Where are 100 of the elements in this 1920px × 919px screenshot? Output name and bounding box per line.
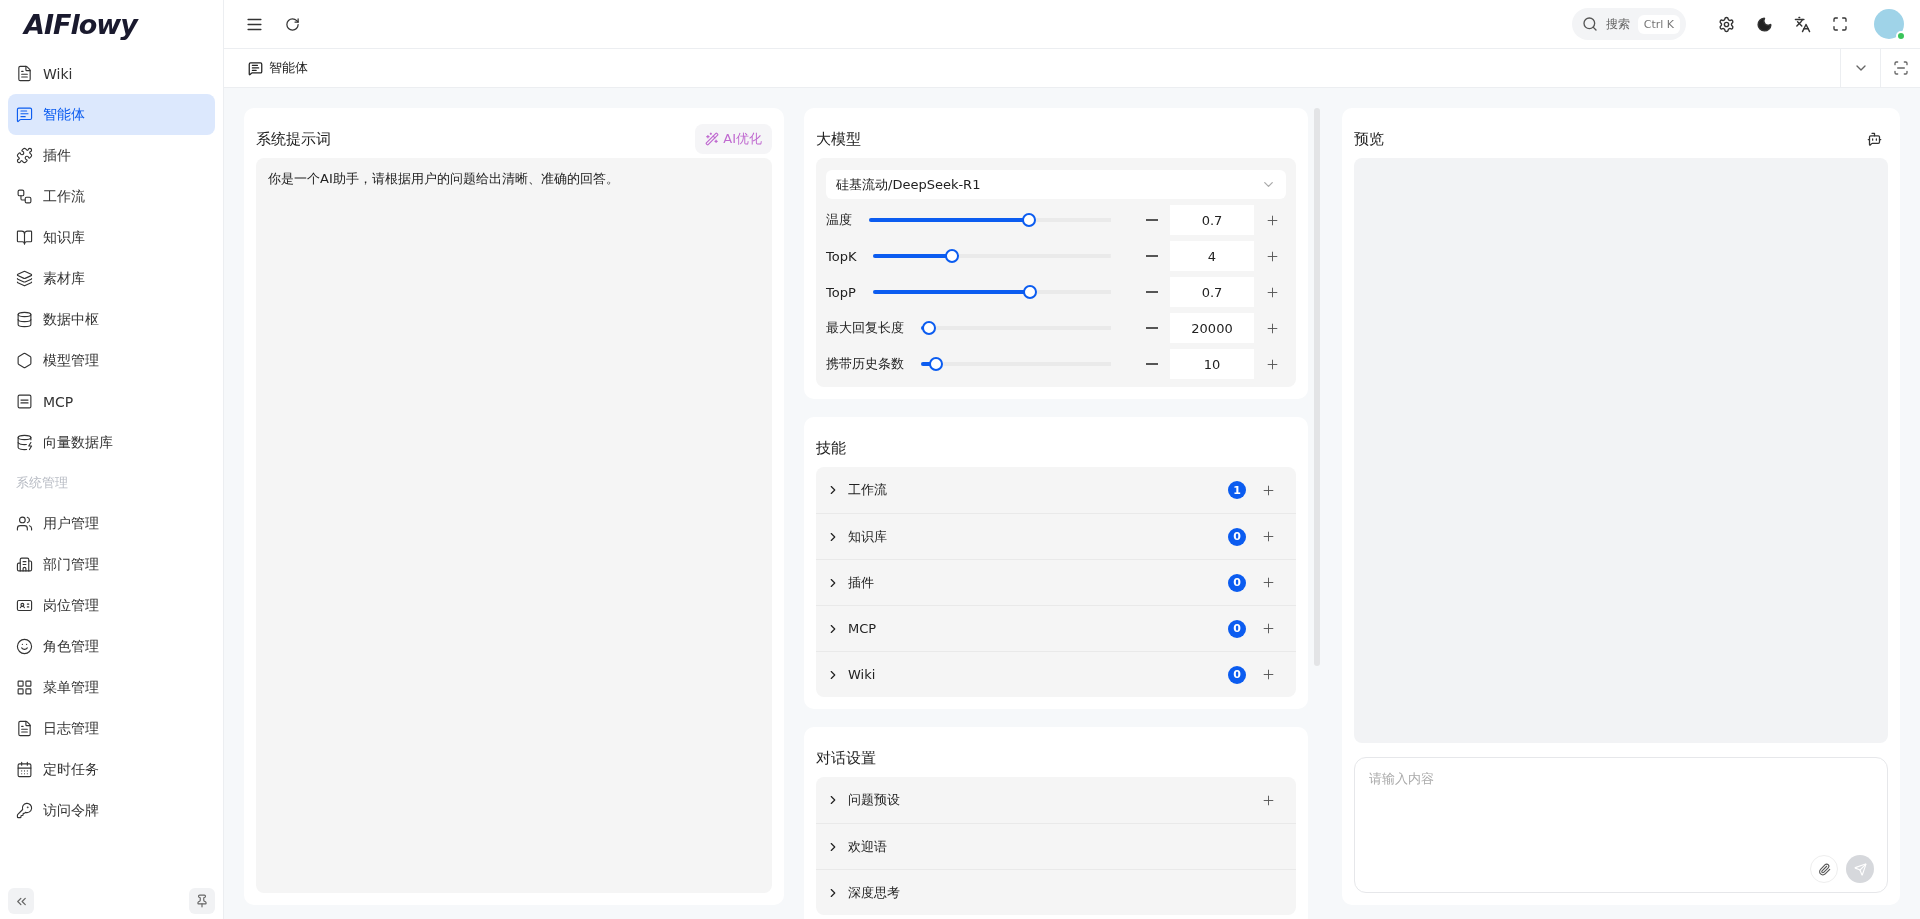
slider-thumb[interactable] (1021, 213, 1036, 227)
plus-icon (1264, 284, 1280, 300)
section-title: 系统管理 (15, 474, 69, 492)
plus-icon (1260, 792, 1276, 808)
count-badge: 0 (1228, 527, 1246, 546)
smile-icon (16, 638, 33, 655)
sidebar-item[interactable]: 智能体 (8, 94, 215, 135)
slider-thumb[interactable] (1023, 285, 1037, 299)
moon-icon (1755, 15, 1773, 33)
number-field[interactable]: 0.7 (1170, 277, 1254, 307)
key-icon (16, 802, 33, 819)
plus-icon (1264, 212, 1280, 228)
skill-label: Wiki (848, 667, 877, 682)
number-field[interactable]: 20000 (1170, 313, 1254, 343)
plus-icon (1264, 356, 1280, 372)
magic-wand-icon (705, 132, 720, 146)
number-field[interactable]: 0.7 (1170, 205, 1254, 235)
message-icon (16, 106, 33, 123)
panel-title: 技能 (816, 438, 846, 458)
skill-label: 工作流 (848, 481, 888, 499)
number-field[interactable]: 10 (1170, 349, 1254, 379)
scan-frame-icon (1892, 60, 1909, 76)
parameter-label: TopK (826, 248, 857, 264)
layers-icon (16, 270, 33, 287)
building-icon (16, 556, 33, 573)
settings-icon (1717, 15, 1735, 33)
sidebar-item[interactable]: 插件 (8, 135, 215, 176)
paperclip-icon (1817, 862, 1831, 876)
minus-icon (1146, 219, 1158, 221)
hexagon-icon (16, 352, 33, 369)
setting-label: 欢迎语 (848, 837, 888, 856)
sidebar-item[interactable]: 定时任务 (8, 749, 215, 790)
count-badge: 0 (1228, 619, 1246, 638)
equal-square-icon (16, 393, 33, 410)
sidebar-item[interactable]: 知识库 (8, 217, 215, 258)
sidebar-item[interactable]: 角色管理 (8, 626, 215, 667)
number-field[interactable]: 4 (1170, 241, 1254, 271)
panel-title: 对话设置 (816, 748, 876, 768)
skill-row[interactable]: 工作流 1 (816, 467, 1296, 513)
prompt-text[interactable]: 你是一个AI助手，请根据用户的问题给出清晰、准确的回答。 (256, 158, 772, 893)
sidebar-item[interactable]: MCP (8, 381, 215, 422)
plus-icon (1264, 320, 1280, 336)
setting-row[interactable]: 欢迎语 (816, 823, 1296, 869)
setting-row[interactable]: 深度思考 (816, 869, 1296, 915)
fullscreen-icon (1832, 16, 1848, 32)
plus-icon (1260, 667, 1276, 682)
message-field[interactable]: 请输入内容 (1354, 757, 1888, 893)
skill-row[interactable]: Wiki 0 (816, 651, 1296, 697)
sidebar-item[interactable]: 菜单管理 (8, 667, 215, 708)
sidebar-item[interactable]: 访问令牌 (8, 790, 215, 831)
skill-label: MCP (848, 621, 878, 636)
online-status-dot (1896, 31, 1906, 41)
book-icon (16, 229, 33, 246)
parameter-label: 最大回复长度 (826, 319, 904, 337)
panel-title: 系统提示词 (256, 129, 331, 149)
database-icon (16, 311, 33, 328)
sidebar-item[interactable]: 日志管理 (8, 708, 215, 749)
slider-thumb[interactable] (921, 321, 936, 335)
search-placeholder: 搜索 (1605, 15, 1630, 33)
slider-thumb[interactable] (944, 249, 959, 263)
calendar-icon (16, 761, 33, 778)
grid-icon (16, 679, 33, 696)
setting-row[interactable]: 问题预设 (816, 777, 1296, 823)
skill-row[interactable]: MCP 0 (816, 605, 1296, 651)
sidebar-item[interactable]: 模型管理 (8, 340, 215, 381)
skill-label: 知识库 (848, 527, 888, 546)
document-icon (16, 720, 33, 737)
flow-icon (16, 188, 33, 205)
database-icon (16, 434, 33, 451)
message-icon (248, 60, 263, 76)
sidebar-item[interactable]: 向量数据库 (8, 422, 215, 463)
send-icon (1853, 862, 1867, 876)
document-icon (16, 65, 33, 82)
parameter-label: TopP (826, 284, 856, 300)
parameter-label: 温度 (826, 211, 852, 229)
tab[interactable]: 智能体 (224, 49, 332, 87)
model-select[interactable]: 硅基流动/DeepSeek-R1 (826, 170, 1286, 199)
sidebar-item[interactable]: 用户管理 (8, 503, 215, 544)
skill-row[interactable]: 插件 0 (816, 559, 1296, 605)
parameter-label: 携带历史条数 (826, 355, 904, 373)
sidebar-item[interactable]: 岗位管理 (8, 585, 215, 626)
minus-icon (1146, 291, 1158, 293)
plus-icon (1264, 248, 1280, 264)
bot-icon (1866, 131, 1882, 147)
skill-row[interactable]: 知识库 0 (816, 513, 1296, 559)
plus-icon (1260, 621, 1276, 636)
sidebar-item[interactable]: Wiki (8, 53, 215, 94)
pin-button[interactable] (189, 888, 215, 914)
count-badge: 1 (1228, 481, 1246, 499)
sidebar-item[interactable]: 工作流 (8, 176, 215, 217)
sidebar-item[interactable]: 部门管理 (8, 544, 215, 585)
panel-title: 预览 (1354, 129, 1384, 149)
skill-label: 插件 (848, 573, 875, 592)
sidebar-item[interactable]: 数据中枢 (8, 299, 215, 340)
id-card-icon (16, 597, 33, 614)
sidebar-item[interactable]: 素材库 (8, 258, 215, 299)
setting-label: 问题预设 (848, 791, 901, 809)
collapse-button[interactable] (8, 888, 34, 914)
search-field[interactable]: 搜索 Ctrl K (1571, 8, 1686, 40)
slider-thumb[interactable] (929, 357, 944, 371)
